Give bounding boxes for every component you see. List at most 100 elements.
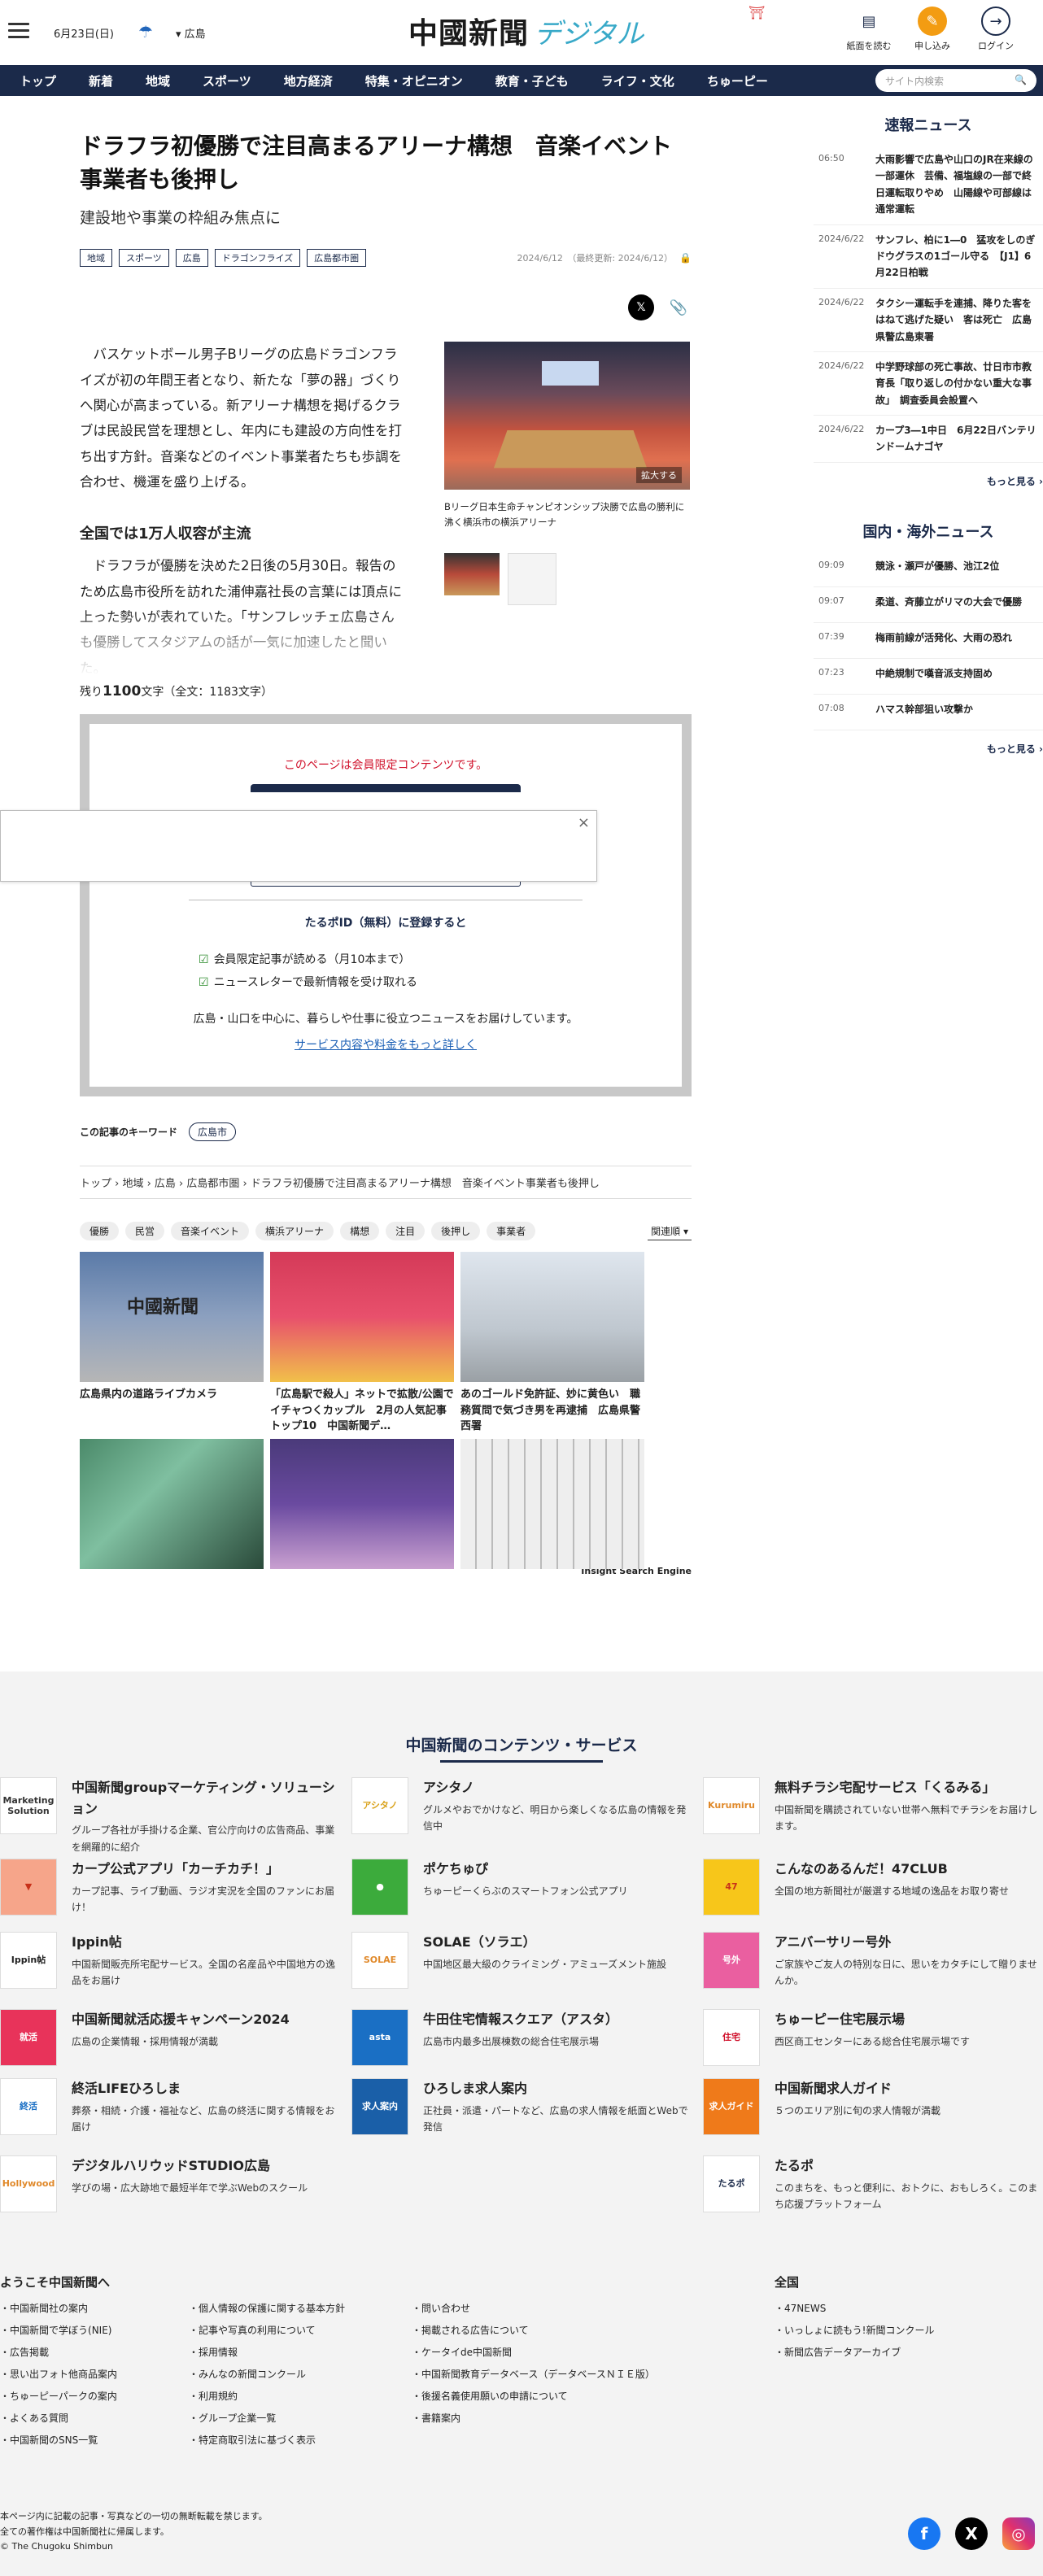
- signup-button[interactable]: ✎ 申し込み: [910, 7, 955, 52]
- related-tag[interactable]: 後押し: [431, 1222, 481, 1241]
- facebook-icon[interactable]: f: [908, 2517, 940, 2550]
- paperclip-icon[interactable]: 📎: [666, 294, 692, 320]
- x-share-icon[interactable]: 𝕏: [628, 294, 654, 321]
- more-link[interactable]: もっと見る ›: [814, 742, 1043, 756]
- footer-link-label: 新聞広告データアーカイブ: [784, 2347, 901, 2358]
- tag[interactable]: 広島: [175, 249, 208, 268]
- bullet-icon: ・: [189, 2434, 199, 2446]
- footer-col: ・個人情報の保護に関する基本方針 ・記事や写真の利用について ・採用情報 ・みんなの新…: [189, 2298, 345, 2452]
- footer-link[interactable]: ・中国新聞のSNS一覧: [0, 2430, 117, 2452]
- x-icon[interactable]: X: [955, 2517, 988, 2550]
- nav-item-new[interactable]: 新着: [69, 72, 113, 89]
- site-logo[interactable]: 中國新聞 デジタル ⛩: [408, 5, 765, 54]
- footer-link[interactable]: ・47NEWS: [775, 2298, 934, 2320]
- footer-link[interactable]: ・いっしょに読もう!新聞コンクール: [775, 2320, 934, 2342]
- nav-item-opinion[interactable]: 特集・オピニオン: [346, 72, 463, 89]
- related-tag[interactable]: 構想: [340, 1222, 380, 1241]
- footer-link[interactable]: ・思い出フォト他商品案内: [0, 2364, 117, 2386]
- signup-label: 申し込み: [914, 41, 950, 51]
- footer-link[interactable]: ・利用規約: [189, 2386, 345, 2408]
- breadcrumb[interactable]: トップ › 地域 › 広島 › 広島都市圏 › ドラフラ初優勝で注目高まるアリー…: [80, 1166, 692, 1200]
- news-item[interactable]: 2024/6/22 中学野球部の死亡事故、廿日市市教育長「取り返しの付かない重大な…: [814, 352, 1043, 416]
- nav-item-top[interactable]: トップ: [0, 72, 56, 89]
- login-button[interactable]: → ログイン: [973, 7, 1019, 52]
- news-item[interactable]: 07:23 中絶規制で嘆音派支持固め: [814, 659, 1043, 695]
- footer-link[interactable]: ・記事や写真の利用について: [189, 2320, 345, 2342]
- footer-link[interactable]: ・掲載される広告について: [412, 2320, 655, 2342]
- related-tag[interactable]: 優勝: [80, 1222, 120, 1241]
- related-card[interactable]: 「広島駅で殺人」ネットで拡散/公園でイチャつくカップル 2月の人気記事トップ10…: [270, 1252, 454, 1432]
- location-selector[interactable]: ▾ 広島: [176, 25, 206, 41]
- news-item[interactable]: 09:09 競泳・瀬戸が優勝、池江2位: [814, 551, 1043, 587]
- nav-item-region[interactable]: 地域: [126, 72, 170, 89]
- footer-link[interactable]: ・問い合わせ: [412, 2298, 655, 2320]
- copyright-line: 全ての著作権は中国新聞社に帰属します。: [0, 2526, 169, 2537]
- news-item[interactable]: 2024/6/22 カープ3―1中日 6月22日バンテリンドームナゴヤ: [814, 416, 1043, 463]
- nav-item-sports[interactable]: スポーツ: [183, 72, 251, 89]
- footer-link[interactable]: ・書籍案内: [412, 2408, 655, 2430]
- news-item[interactable]: 09:07 柔道、斉藤立がリマの大会で優勝: [814, 587, 1043, 623]
- related-tag[interactable]: 民営: [125, 1222, 165, 1241]
- footer-link[interactable]: ・ちゅーピーパークの案内: [0, 2386, 117, 2408]
- footer-link[interactable]: ・個人情報の保護に関する基本方針: [189, 2298, 345, 2320]
- footer-link[interactable]: ・特定商取引法に基づく表示: [189, 2430, 345, 2452]
- footer-link[interactable]: ・広告掲載: [0, 2342, 117, 2364]
- footer-link[interactable]: ・中国新聞で学ぼう(NIE): [0, 2320, 117, 2342]
- benefit-text: ニュースレターで最新情報を受け取れる: [213, 976, 418, 990]
- tag[interactable]: ドラゴンフライズ: [214, 249, 301, 268]
- news-item[interactable]: 2024/6/22 タクシー運転手を連捕、降りた客をはねて逃げた疑い 客は死亡 広…: [814, 289, 1043, 352]
- search-icon[interactable]: 🔍: [1015, 74, 1027, 87]
- footer-link[interactable]: ・みんなの新聞コンクール: [189, 2364, 345, 2386]
- article-photo[interactable]: 拡大する: [444, 342, 690, 490]
- sort-select[interactable]: 関連順 ▾: [648, 1223, 692, 1240]
- more-link[interactable]: もっと見る ›: [814, 474, 1043, 488]
- photo-thumbnail[interactable]: [444, 553, 500, 596]
- news-item[interactable]: 07:39 梅雨前線が活発化、大雨の恐れ: [814, 623, 1043, 659]
- related-card[interactable]: [460, 1439, 644, 1570]
- related-tag[interactable]: 横浜アリーナ: [255, 1222, 334, 1241]
- footer-link[interactable]: ・中国新聞教育データベース（データベースＮＩＥ版）: [412, 2364, 655, 2386]
- subscribe-button[interactable]: [251, 784, 521, 793]
- tag[interactable]: 地域: [80, 249, 112, 268]
- service-details-link[interactable]: サービス内容や料金をもっと詳しく: [89, 1036, 682, 1053]
- related-card[interactable]: [270, 1439, 454, 1570]
- nav-item-education[interactable]: 教育・子ども: [476, 72, 569, 89]
- menu-icon[interactable]: [8, 23, 29, 39]
- tag[interactable]: 広島都市圏: [307, 249, 367, 268]
- related-tag[interactable]: 注目: [386, 1222, 425, 1241]
- footer-link[interactable]: ・後援名義使用願いの申請について: [412, 2386, 655, 2408]
- service-logo-icon: たるポ: [703, 2155, 760, 2212]
- instagram-icon[interactable]: ◎: [1002, 2517, 1035, 2550]
- search-input[interactable]: サイト内検索 🔍: [875, 69, 1036, 92]
- news-item[interactable]: 06:50 大雨影響で広島や山口のJR在来線の一部運休 芸備、福塩線の一部で終日運…: [814, 145, 1043, 225]
- footer-link[interactable]: ・ケータイde中国新聞: [412, 2342, 655, 2364]
- related-tag[interactable]: 音楽イベント: [171, 1222, 250, 1241]
- close-icon[interactable]: ×: [578, 814, 590, 831]
- related-tag[interactable]: 事業者: [487, 1222, 536, 1241]
- read-paper-button[interactable]: ▤ 紙面を読む: [846, 7, 892, 52]
- tag[interactable]: スポーツ: [119, 249, 169, 268]
- related-card[interactable]: あのゴールド免許証、妙に黄色い 職務質問で気づき男を再逮捕 広島県警西署: [460, 1252, 644, 1432]
- footer-link[interactable]: ・新聞広告データアーカイブ: [775, 2342, 934, 2364]
- news-item[interactable]: 2024/6/22 サンフレ、柏に1―0 猛攻をしのぎドウグラスの1ゴール守る 【…: [814, 225, 1043, 289]
- site-header: 6月23日(日) ☂ ▾ 広島 中國新聞 デジタル ⛩ ▤ 紙面を読む ✎ 申し込み…: [0, 0, 1043, 65]
- news-item[interactable]: 07:08 ハマス幹部狙い攻撃か: [814, 695, 1043, 730]
- related-card[interactable]: 中國新聞 広島県内の道路ライブカメラ: [80, 1252, 264, 1429]
- related-card[interactable]: [80, 1439, 264, 1570]
- footer-link[interactable]: ・採用情報: [189, 2342, 345, 2364]
- remaining-chars: 残り1100文字（全文：1183文字）: [80, 683, 692, 700]
- zoom-button[interactable]: 拡大する: [636, 467, 682, 484]
- keyword-chip[interactable]: 広島市: [189, 1122, 237, 1142]
- news-time: 09:09: [818, 559, 844, 570]
- footer-link[interactable]: ・グループ企業一覧: [189, 2408, 345, 2430]
- nav-item-life[interactable]: ライフ・文化: [582, 72, 674, 89]
- footer-link[interactable]: ・よくある質問: [0, 2408, 117, 2430]
- nav-item-chupy[interactable]: ちゅーピー: [687, 72, 768, 89]
- footer-link-label: 広告掲載: [10, 2347, 50, 2358]
- service-name: たるポ: [775, 2158, 814, 2173]
- footer-link-label: 47NEWS: [784, 2303, 827, 2314]
- bullet-icon: ・: [412, 2413, 422, 2424]
- photo-thumbnail[interactable]: [508, 553, 556, 606]
- footer-link[interactable]: ・中国新聞社の案内: [0, 2298, 117, 2320]
- nav-item-economy[interactable]: 地方経済: [264, 72, 333, 89]
